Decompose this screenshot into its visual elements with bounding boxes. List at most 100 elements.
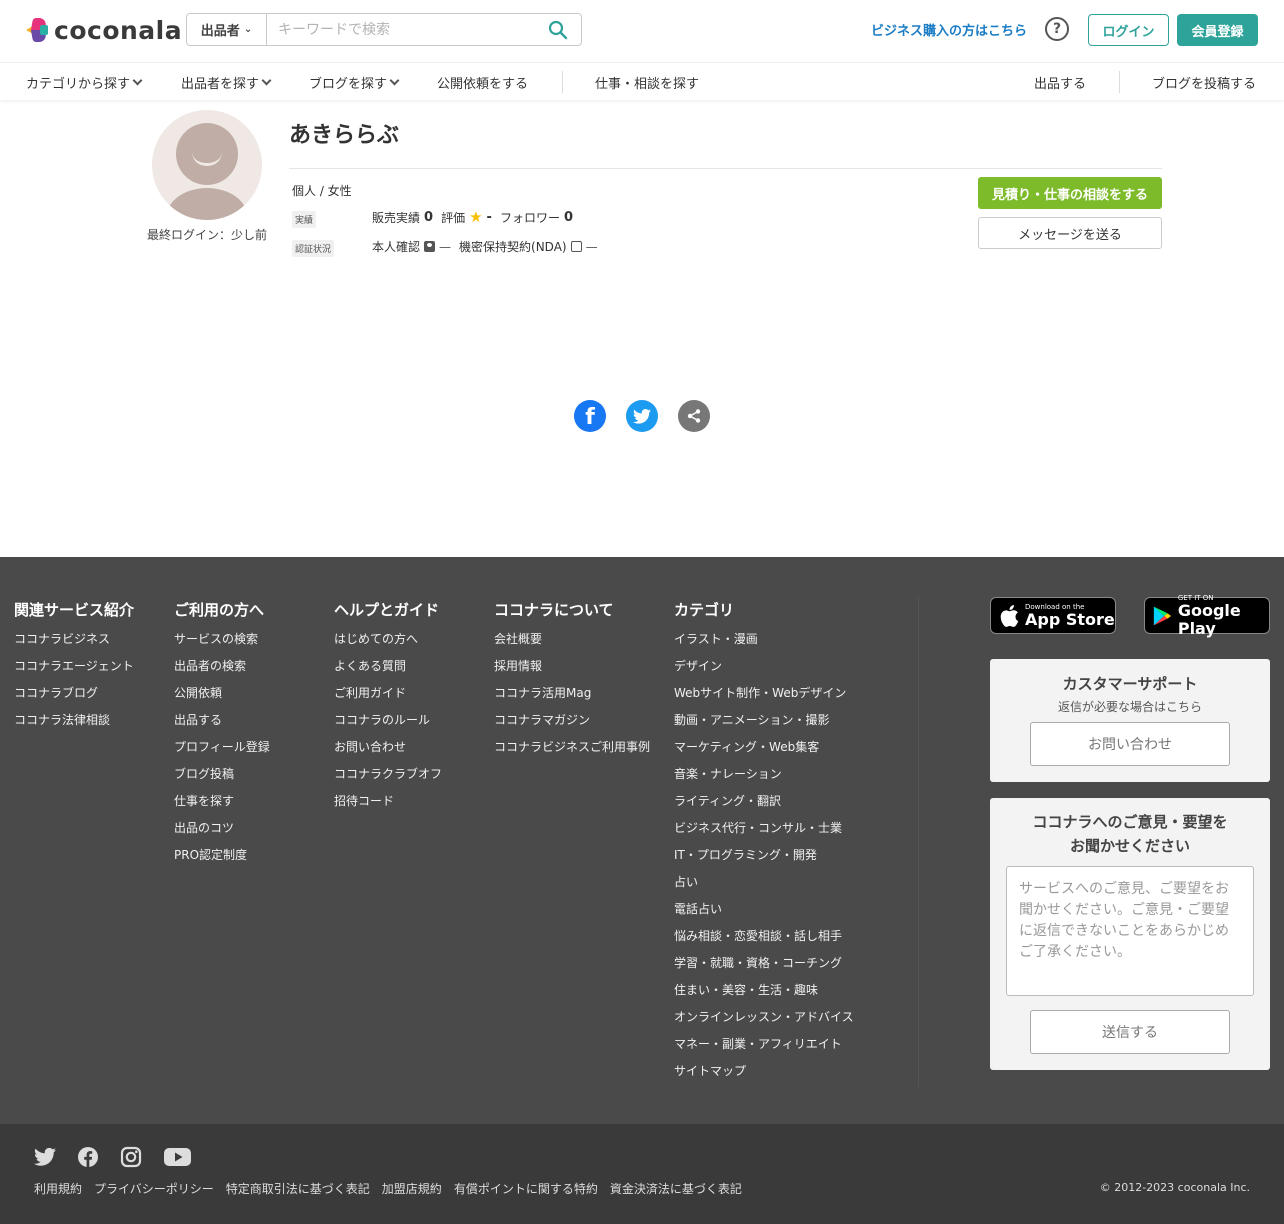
contact-button[interactable]: お問い合わせ: [1030, 722, 1230, 766]
app-store-badge[interactable]: Download on the App Store: [990, 597, 1116, 634]
sales-value: 0: [424, 209, 434, 225]
id-verify-label: 本人確認: [372, 240, 421, 254]
nav-browse-categories[interactable]: カテゴリから探す: [26, 73, 143, 92]
nav-post-request[interactable]: 公開依頼をする: [437, 73, 528, 92]
lock-icon: [570, 241, 582, 252]
google-play-badge[interactable]: GET IT ON Google Play: [1144, 594, 1270, 637]
feedback-box: ココナラへのご意見・要望を お聞かせください 送信する: [990, 798, 1270, 1070]
google-play-icon: [1153, 606, 1171, 625]
stats-line: 販売実績 0 評価 ★ - フォロワー 0: [372, 208, 581, 226]
register-button[interactable]: 会員登録: [1177, 14, 1258, 46]
footer-column-title: ご利用の方へ: [174, 601, 265, 619]
footer-link[interactable]: 電話占い: [674, 902, 854, 929]
feedback-submit-button[interactable]: 送信する: [1030, 1010, 1230, 1054]
nda-label: 機密保持契約(NDA): [459, 240, 567, 254]
footer-link[interactable]: PRO認定制度: [174, 848, 270, 875]
legal-link[interactable]: 特定商取引法に基づく表記: [226, 1180, 370, 1197]
instagram-icon[interactable]: [120, 1146, 142, 1168]
legal-link[interactable]: 有償ポイントに関する特約: [454, 1180, 598, 1197]
footer-link[interactable]: ココナラ法律相談: [14, 713, 134, 740]
legal-link[interactable]: プライバシーポリシー: [94, 1180, 214, 1197]
footer-link[interactable]: 悩み相談・恋愛相談・話し相手: [674, 929, 854, 956]
footer-link[interactable]: ココナラクラブオフ: [334, 767, 442, 794]
share-icon[interactable]: [678, 400, 710, 432]
facebook-icon[interactable]: [77, 1146, 99, 1168]
nav-sell[interactable]: 出品する: [1034, 73, 1086, 92]
twitter-icon[interactable]: [34, 1146, 56, 1168]
footer-link[interactable]: ココナラ活用Mag: [494, 686, 650, 713]
search-type-select[interactable]: 出品者 ⌄: [187, 14, 267, 45]
help-icon[interactable]: ?: [1045, 17, 1069, 41]
footer-link[interactable]: 採用情報: [494, 659, 650, 686]
send-message-button[interactable]: メッセージを送る: [978, 217, 1162, 249]
footer-link[interactable]: ライティング・翻訳: [674, 794, 854, 821]
twitter-share-icon[interactable]: [626, 400, 658, 432]
footer-link[interactable]: ココナラのルール: [334, 713, 442, 740]
footer-link[interactable]: ビジネス代行・コンサル・士業: [674, 821, 854, 848]
footer-link[interactable]: IT・プログラミング・開発: [674, 848, 854, 875]
footer-link[interactable]: 学習・就職・資格・コーチング: [674, 956, 854, 983]
nda-status: —: [585, 239, 598, 254]
footer-link[interactable]: 公開依頼: [174, 686, 270, 713]
footer-link[interactable]: ブログ投稿: [174, 767, 270, 794]
footer-link[interactable]: サイトマップ: [674, 1064, 854, 1091]
footer-link[interactable]: ココナラブログ: [14, 686, 134, 713]
verification-line: 本人確認 — 機密保持契約(NDA) —: [372, 238, 606, 255]
footer-link[interactable]: よくある質問: [334, 659, 442, 686]
legal-link[interactable]: 利用規約: [34, 1180, 82, 1197]
footer-link[interactable]: 仕事を探す: [174, 794, 270, 821]
youtube-icon[interactable]: [164, 1146, 191, 1168]
footer-link[interactable]: 会社概要: [494, 632, 650, 659]
footer-link[interactable]: 音楽・ナレーション: [674, 767, 854, 794]
footer-column-categories: カテゴリ イラスト・漫画 デザイン Webサイト制作・Webデザイン 動画・アニ…: [674, 599, 854, 1091]
category-nav: カテゴリから探す 出品者を探す ブログを探す 公開依頼をする 仕事・相談を探す …: [0, 62, 1284, 100]
profile-attributes: 個人 / 女性: [292, 184, 352, 198]
footer-link[interactable]: はじめての方へ: [334, 632, 442, 659]
footer-link[interactable]: Webサイト制作・Webデザイン: [674, 686, 854, 713]
footer-link[interactable]: 住まい・美容・生活・趣味: [674, 983, 854, 1010]
copyright: © 2012-2023 coconala Inc.: [1099, 1181, 1250, 1194]
footer-link[interactable]: プロフィール登録: [174, 740, 270, 767]
search-button[interactable]: [535, 14, 581, 45]
bottom-bar: 利用規約 プライバシーポリシー 特定商取引法に基づく表記 加盟店規約 有償ポイン…: [0, 1124, 1284, 1224]
footer-link[interactable]: ココナラエージェント: [14, 659, 134, 686]
footer-link[interactable]: オンラインレッスン・アドバイス: [674, 1010, 854, 1037]
search-input[interactable]: [267, 14, 535, 45]
footer-link[interactable]: ご利用ガイド: [334, 686, 442, 713]
footer-link[interactable]: ココナラマガジン: [494, 713, 650, 740]
business-purchase-link[interactable]: ビジネス購入の方はこちら: [871, 20, 1027, 39]
footer-link[interactable]: マーケティング・Web集客: [674, 740, 854, 767]
footer-link[interactable]: サービスの検索: [174, 632, 270, 659]
coconala-logo[interactable]: coconala: [26, 16, 182, 45]
footer-link[interactable]: ココナラビジネスご利用事例: [494, 740, 650, 767]
nav-post-blog[interactable]: ブログを投稿する: [1152, 73, 1256, 92]
footer-link[interactable]: イラスト・漫画: [674, 632, 854, 659]
footer-link[interactable]: 占い: [674, 875, 854, 902]
footer-link[interactable]: 招待コード: [334, 794, 442, 821]
search-box: 出品者 ⌄: [186, 13, 582, 46]
nav-find-sellers[interactable]: 出品者を探す: [181, 73, 272, 92]
nav-label: 公開依頼をする: [437, 77, 529, 92]
login-button[interactable]: ログイン: [1088, 14, 1169, 46]
chevron-down-icon: [132, 75, 143, 86]
nav-find-jobs[interactable]: 仕事・相談を探す: [595, 73, 699, 92]
legal-link[interactable]: 資金決済法に基づく表記: [610, 1180, 742, 1197]
footer-link[interactable]: お問い合わせ: [334, 740, 442, 767]
footer-link[interactable]: 出品者の検索: [174, 659, 270, 686]
user-id-icon: [424, 241, 436, 252]
footer-link[interactable]: マネー・副業・アフィリエイト: [674, 1037, 854, 1064]
nav-find-blogs[interactable]: ブログを探す: [309, 73, 400, 92]
facebook-share-icon[interactable]: f: [574, 400, 606, 432]
footer-link[interactable]: 出品する: [174, 713, 270, 740]
chevron-down-icon: ⌄: [243, 24, 253, 35]
footer: 関連サービス紹介 ココナラビジネス ココナラエージェント ココナラブログ ココナ…: [0, 557, 1284, 1124]
feedback-textarea[interactable]: [1006, 866, 1254, 996]
legal-links: 利用規約 プライバシーポリシー 特定商取引法に基づく表記 加盟店規約 有償ポイン…: [34, 1180, 754, 1197]
footer-link[interactable]: ココナラビジネス: [14, 632, 134, 659]
legal-link[interactable]: 加盟店規約: [382, 1180, 442, 1197]
footer-link[interactable]: 出品のコツ: [174, 821, 270, 848]
consult-button[interactable]: 見積り・仕事の相談をする: [978, 177, 1162, 209]
footer-link[interactable]: 動画・アニメーション・撮影: [674, 713, 854, 740]
search-type-label: 出品者: [200, 24, 240, 39]
footer-link[interactable]: デザイン: [674, 659, 854, 686]
